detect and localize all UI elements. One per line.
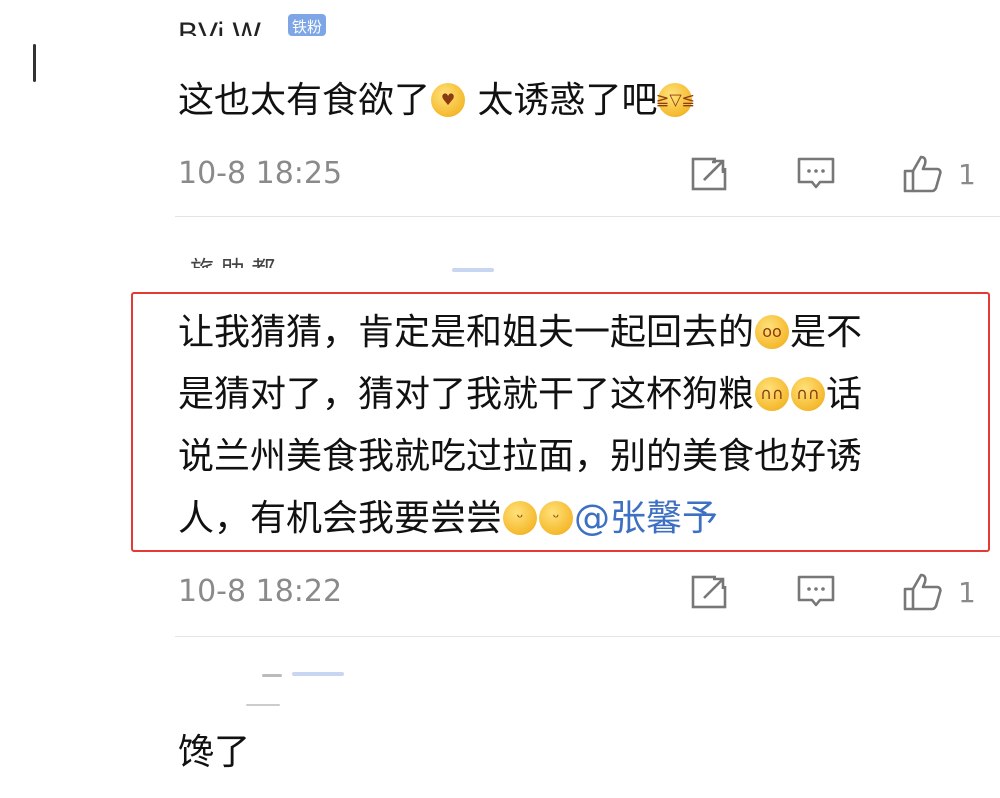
emoji-glyph: ∩∩ [796,384,820,403]
share-button[interactable] [690,570,730,614]
comment-text: 这也太有食欲了 ♥ 太诱惑了吧 ≧▽≦ [178,70,696,132]
comment-timestamp: 10-8 18:25 [178,156,343,191]
comment-text-segment: 是猜对了，猜对了我就干了这杯狗粮 [178,374,755,415]
comment-divider [175,216,1000,217]
like-button[interactable]: 1 [902,570,976,614]
comment-text-line: 让我猜猜，肯定是和姐夫一起回去的 oo 是不 [178,302,862,364]
reply-button[interactable] [796,570,836,614]
emoji-glyph: ≧▽≦ [655,90,696,109]
thumbs-up-icon [903,573,942,611]
author-fragment [246,704,280,706]
emoji-glyph: ∩∩ [760,384,784,403]
comment-text-segment: 人，有机会我要尝尝 [178,498,503,539]
like-button[interactable]: 1 [902,152,976,196]
comment-text: 馋了 [178,722,250,784]
reply-button[interactable] [796,152,836,196]
comment-text-segment: 馋了 [178,732,251,773]
comment-text-segment: 太诱惑了吧 [466,80,658,121]
comment-text-segment: 这也太有食欲了 [178,80,431,121]
share-icon [691,156,728,191]
comment-text-segment: 让我猜猜，肯定是和姐夫一起回去的 [178,312,755,353]
comment-text-line: 说兰州美食我就吃过拉面，别的美食也好诱 [178,426,862,488]
comment-text-segment: 是不 [790,312,863,353]
comment-timestamp: 10-8 18:22 [178,574,343,609]
emoji-glyph: ᵕ [552,508,560,527]
tongue-out-emoji: ᵕ [503,501,538,535]
fan-badge: 铁粉 [288,14,327,36]
shy-emoji: ∩∩ [791,377,826,411]
emoji-glyph: ᵕ [516,508,524,527]
like-count: 1 [958,157,976,191]
laughing-tears-emoji: ≧▽≦ [655,83,696,117]
comment-icon [797,157,835,189]
comment-icon [797,575,835,607]
emoji-glyph: oo [762,322,782,341]
scroll-edge-mark [33,44,36,82]
share-icon [691,574,728,609]
comment-text-segment: 话 [826,374,863,415]
comment-meta: 10-8 18:22 1 [178,570,1000,614]
shy-emoji: ∩∩ [755,377,790,411]
comment-divider [175,636,1000,637]
author-fragment [262,674,282,677]
share-button[interactable] [690,152,730,196]
thumbs-up-icon [903,155,942,193]
heart-eyes-emoji: ♥ [431,83,466,117]
comment-author[interactable]: 旅 助 都 [190,254,275,268]
emoji-glyph: ♥ [440,90,456,109]
comment-author[interactable]: BVi W [178,14,261,36]
tongue-out-emoji: ᵕ [539,501,574,535]
badge-fragment [452,268,494,272]
user-mention-link[interactable]: @张馨予 [574,498,718,539]
comment-text-line: 人，有机会我要尝尝 ᵕ ᵕ @张馨予 [178,488,718,550]
comment-text-segment: 说兰州美食我就吃过拉面，别的美食也好诱 [178,436,863,477]
like-count: 1 [958,575,976,609]
comment-text-line: 是猜对了，猜对了我就干了这杯狗粮 ∩∩ ∩∩ 话 [178,364,862,426]
comment-meta: 10-8 18:25 1 [178,152,1000,196]
badge-fragment [292,672,344,676]
glasses-emoji: oo [755,315,790,349]
